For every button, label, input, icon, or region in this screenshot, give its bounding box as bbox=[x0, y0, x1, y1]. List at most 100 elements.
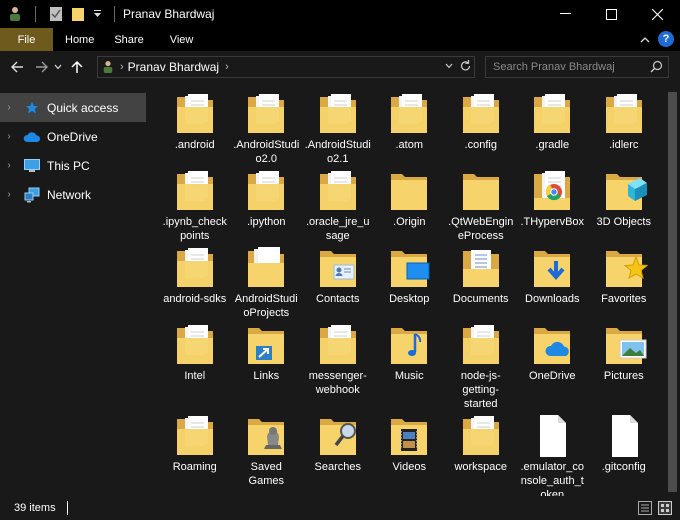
expand-ribbon-icon[interactable] bbox=[640, 32, 650, 46]
folder-item-idlerc[interactable]: .idlerc bbox=[588, 93, 660, 152]
item-label: Desktop bbox=[389, 293, 430, 305]
chevron-right-icon[interactable]: › bbox=[1, 160, 17, 171]
folder-item-favorites[interactable]: Favorites bbox=[588, 247, 660, 306]
file-item-emulator-console-auth-token[interactable]: .emulator_console_auth_token bbox=[517, 415, 589, 496]
refresh-icon[interactable] bbox=[459, 59, 472, 76]
folder-docs-icon bbox=[171, 247, 219, 289]
folder-item-node-js-getting-started[interactable]: node-js-getting-started bbox=[445, 324, 517, 411]
item-label: Searches bbox=[314, 461, 361, 473]
tab-home[interactable]: Home bbox=[53, 28, 114, 51]
chevron-right-icon[interactable]: › bbox=[1, 189, 17, 200]
search-icon[interactable] bbox=[650, 60, 663, 76]
folder-item-ipynb-checkpoints[interactable]: .ipynb_checkpoints bbox=[159, 170, 231, 243]
tab-share[interactable]: Share bbox=[114, 28, 169, 51]
folder-item-3d-objects[interactable]: 3D Objects bbox=[588, 170, 660, 229]
item-label: .ipynb_checkpoints bbox=[162, 216, 227, 242]
large-icons-view-icon[interactable] bbox=[658, 501, 672, 518]
folder-searches-icon bbox=[314, 415, 362, 457]
folder-item-androidstudio2-0[interactable]: .AndroidStudio2.0 bbox=[231, 93, 303, 166]
folder-3d-icon bbox=[600, 170, 648, 212]
close-button[interactable] bbox=[634, 0, 680, 28]
folder-games-icon bbox=[242, 415, 290, 457]
folder-item-origin[interactable]: .Origin bbox=[374, 170, 446, 229]
folder-pictures-icon bbox=[600, 324, 648, 366]
vertical-scrollbar[interactable] bbox=[665, 88, 680, 496]
properties-icon[interactable] bbox=[48, 6, 64, 22]
status-bar: 39 items bbox=[0, 496, 680, 520]
breadcrumb-separator-icon[interactable]: › bbox=[120, 61, 124, 73]
folder-item-androidstudioprojects[interactable]: AndroidStudioProjects bbox=[231, 247, 303, 320]
folder-docs-icon bbox=[314, 170, 362, 212]
customize-dropdown-icon[interactable] bbox=[92, 6, 102, 22]
nav-item-onedrive[interactable]: › OneDrive bbox=[0, 122, 146, 151]
details-view-icon[interactable] bbox=[638, 501, 652, 518]
item-label: workspace bbox=[454, 461, 508, 473]
folder-item-thypervbox[interactable]: .THypervBox bbox=[517, 170, 589, 229]
tab-view[interactable]: View bbox=[170, 28, 207, 51]
folder-item-atom[interactable]: .atom bbox=[374, 93, 446, 152]
window-title: Pranav Bhardwaj bbox=[123, 7, 215, 21]
scroll-thumb[interactable] bbox=[668, 92, 677, 492]
folder-onedrive-icon bbox=[528, 324, 576, 366]
item-label: AndroidStudioProjects bbox=[234, 293, 298, 319]
item-label: .AndroidStudio2.1 bbox=[304, 139, 371, 165]
back-button[interactable] bbox=[6, 56, 28, 78]
folder-item-oracle-jre-usage[interactable]: .oracle_jre_usage bbox=[302, 170, 374, 243]
nav-item-this-pc[interactable]: › This PC bbox=[0, 151, 146, 180]
user-folder-icon bbox=[7, 6, 23, 22]
nav-item-network[interactable]: › Network bbox=[0, 180, 146, 209]
help-icon[interactable]: ? bbox=[658, 31, 674, 47]
folder-documents-icon bbox=[457, 247, 505, 289]
folder-item-qtwebengineprocess[interactable]: .QtWebEngineProcess bbox=[445, 170, 517, 243]
item-label: .android bbox=[174, 139, 215, 151]
up-button[interactable] bbox=[66, 56, 88, 78]
folder-item-ipython[interactable]: .ipython bbox=[231, 170, 303, 229]
folder-item-links[interactable]: Links bbox=[231, 324, 303, 383]
item-label: .emulator_console_auth_token bbox=[520, 461, 585, 496]
folder-item-androidstudio2-1[interactable]: .AndroidStudio2.1 bbox=[302, 93, 374, 166]
address-bar[interactable]: › Pranav Bhardwaj › bbox=[97, 56, 475, 78]
breadcrumb-user[interactable]: Pranav Bhardwaj bbox=[128, 60, 219, 74]
file-item-gitconfig[interactable]: .gitconfig bbox=[588, 415, 660, 474]
item-label: Pictures bbox=[603, 370, 644, 382]
search-box[interactable] bbox=[485, 56, 669, 78]
search-input[interactable] bbox=[486, 61, 646, 73]
folder-item-documents[interactable]: Documents bbox=[445, 247, 517, 306]
folder-item-desktop[interactable]: Desktop bbox=[374, 247, 446, 306]
folder-item-contacts[interactable]: Contacts bbox=[302, 247, 374, 306]
folder-item-saved-games[interactable]: Saved Games bbox=[231, 415, 303, 488]
forward-button[interactable] bbox=[30, 56, 52, 78]
maximize-button[interactable] bbox=[588, 0, 634, 28]
folder-item-videos[interactable]: Videos bbox=[374, 415, 446, 474]
folder-item-messenger-webhook[interactable]: messenger-webhook bbox=[302, 324, 374, 397]
chevron-right-icon[interactable]: › bbox=[1, 131, 17, 142]
folder-item-workspace[interactable]: workspace bbox=[445, 415, 517, 474]
folder-docs-icon bbox=[457, 415, 505, 457]
monitor-icon bbox=[23, 157, 41, 175]
recent-locations-button[interactable] bbox=[52, 56, 64, 78]
folder-item-android-sdks[interactable]: android-sdks bbox=[159, 247, 231, 306]
cloud-icon bbox=[23, 128, 41, 146]
chevron-right-icon[interactable]: › bbox=[1, 102, 17, 113]
item-label: Favorites bbox=[601, 293, 647, 305]
folder-item-gradle[interactable]: .gradle bbox=[517, 93, 589, 152]
folder-item-music[interactable]: Music bbox=[374, 324, 446, 383]
folder-item-pictures[interactable]: Pictures bbox=[588, 324, 660, 383]
nav-item-quick-access[interactable]: › Quick access bbox=[0, 93, 146, 122]
folder-desktop-icon bbox=[385, 247, 433, 289]
folder-item-android[interactable]: .android bbox=[159, 93, 231, 152]
folder-docs-icon bbox=[457, 93, 505, 135]
folder-item-config[interactable]: .config bbox=[445, 93, 517, 152]
minimize-button[interactable] bbox=[542, 0, 588, 28]
breadcrumb-separator-icon[interactable]: › bbox=[225, 61, 229, 73]
address-dropdown-icon[interactable] bbox=[445, 59, 453, 76]
folder-item-roaming[interactable]: Roaming bbox=[159, 415, 231, 474]
new-folder-icon[interactable] bbox=[70, 6, 86, 22]
folder-item-intel[interactable]: Intel bbox=[159, 324, 231, 383]
folder-item-searches[interactable]: Searches bbox=[302, 415, 374, 474]
folder-item-downloads[interactable]: Downloads bbox=[517, 247, 589, 306]
folder-item-onedrive[interactable]: OneDrive bbox=[517, 324, 589, 383]
item-label: Videos bbox=[392, 461, 426, 473]
folder-music-icon bbox=[385, 324, 433, 366]
tab-file[interactable]: File bbox=[0, 28, 53, 51]
